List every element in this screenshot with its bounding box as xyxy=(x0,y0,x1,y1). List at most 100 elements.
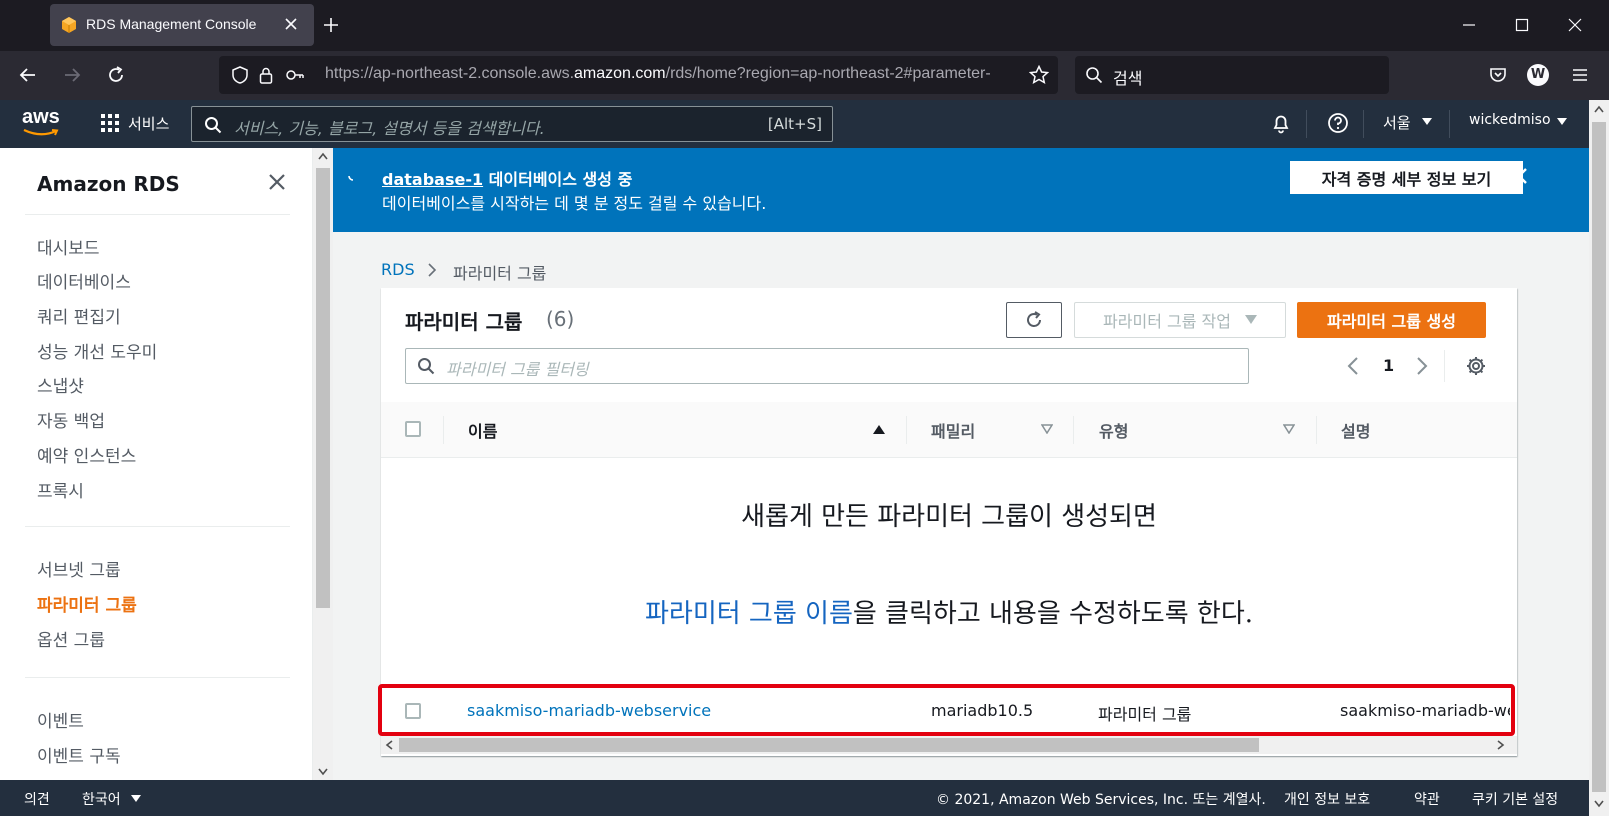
bookmark-star-icon[interactable] xyxy=(1029,65,1049,85)
column-header-type[interactable]: 유형 xyxy=(1099,418,1128,442)
search-icon xyxy=(1085,66,1103,84)
scroll-up-icon[interactable] xyxy=(318,152,328,160)
sidebar-item-performance-insights[interactable]: 성능 개선 도우미 xyxy=(37,338,157,363)
hamburger-menu-icon[interactable] xyxy=(1571,66,1589,84)
cookie-preferences-link[interactable]: 쿠키 기본 설정 xyxy=(1472,789,1558,809)
services-grid-icon[interactable] xyxy=(100,113,120,133)
back-icon[interactable] xyxy=(18,65,38,85)
page-scrollbar[interactable] xyxy=(1589,100,1609,816)
maximize-icon[interactable] xyxy=(1515,18,1529,32)
close-icon[interactable] xyxy=(1510,167,1528,185)
main-content: database-1 데이터베이스 생성 중 데이터베이스를 시작하는 데 몇 … xyxy=(333,148,1589,802)
tab-title: RDS Management Console xyxy=(86,16,257,32)
gear-icon[interactable] xyxy=(1465,355,1487,377)
sidebar-item-query-editor[interactable]: 쿼리 편집기 xyxy=(37,303,121,328)
minimize-icon[interactable] xyxy=(1462,18,1476,32)
select-all-checkbox[interactable] xyxy=(405,421,421,437)
database-link[interactable]: database-1 xyxy=(382,170,483,189)
sidebar-item-subnet-groups[interactable]: 서브넷 그룹 xyxy=(37,556,121,581)
account-menu[interactable]: wickedmiso xyxy=(1469,112,1551,128)
browser-search-bar[interactable]: 검색 xyxy=(1075,56,1389,94)
scroll-right-icon[interactable] xyxy=(1497,740,1505,750)
lock-icon[interactable] xyxy=(257,66,275,84)
sidebar-item-reserved-instances[interactable]: 예약 인스턴스 xyxy=(37,442,136,467)
caret-down-icon xyxy=(1244,315,1257,325)
view-credentials-button[interactable]: 자격 증명 세부 정보 보기 xyxy=(1290,161,1523,194)
sort-icon[interactable] xyxy=(1041,424,1053,434)
page-number[interactable]: 1 xyxy=(1383,356,1394,375)
sort-ascending-icon[interactable] xyxy=(873,424,885,434)
pocket-icon[interactable] xyxy=(1488,65,1508,85)
sidebar-scroll-thumb[interactable] xyxy=(316,168,330,608)
side-navigation: Amazon RDS 대시보드 데이터베이스 쿼리 편집기 성능 개선 도우미 … xyxy=(0,148,313,802)
chevron-right-icon xyxy=(427,263,437,277)
tab-close-icon[interactable] xyxy=(282,15,300,33)
url-bar[interactable]: https://ap-northeast-2.console.aws.amazo… xyxy=(219,56,1058,94)
sidebar-item-automated-backups[interactable]: 자동 백업 xyxy=(37,407,105,432)
table-scroll-thumb[interactable] xyxy=(399,738,1259,752)
scroll-down-icon[interactable] xyxy=(1594,800,1604,808)
table-horizontal-scrollbar[interactable] xyxy=(381,736,1517,754)
new-tab-icon[interactable] xyxy=(322,16,340,34)
sidebar-scrollbar[interactable] xyxy=(313,148,333,802)
page-scroll-thumb[interactable] xyxy=(1592,122,1606,792)
services-menu[interactable]: 서비스 xyxy=(128,113,169,134)
aws-cube-icon xyxy=(60,16,78,34)
sidebar-item-proxies[interactable]: 프록시 xyxy=(37,477,84,502)
sidebar-item-events[interactable]: 이벤트 xyxy=(37,707,84,732)
region-selector[interactable]: 서울 xyxy=(1383,112,1411,133)
prev-page-icon[interactable] xyxy=(1347,356,1359,376)
forward-icon[interactable] xyxy=(62,65,82,85)
language-selector[interactable]: 한국어 xyxy=(82,789,121,809)
column-header-name[interactable]: 이름 xyxy=(468,418,497,442)
sidebar-item-event-subscriptions[interactable]: 이벤트 구독 xyxy=(37,742,121,767)
refresh-button[interactable] xyxy=(1006,302,1062,338)
breadcrumb-rds[interactable]: RDS xyxy=(381,260,415,279)
sort-icon[interactable] xyxy=(1283,424,1295,434)
browser-tab[interactable]: RDS Management Console xyxy=(50,4,314,46)
table-count: (6) xyxy=(546,307,575,331)
banner-title: database-1 데이터베이스 생성 중 xyxy=(382,166,632,190)
window-close-icon[interactable] xyxy=(1568,18,1582,32)
search-shortcut: [Alt+S] xyxy=(767,115,822,133)
scroll-left-icon[interactable] xyxy=(385,740,393,750)
parameter-group-actions-button[interactable]: 파라미터 그룹 작업 xyxy=(1074,302,1286,338)
search-icon xyxy=(417,357,435,375)
refresh-icon xyxy=(1024,310,1044,330)
table-header: 이름 패밀리 유형 설명 xyxy=(381,402,1517,458)
privacy-link[interactable]: 개인 정보 보호 xyxy=(1284,789,1370,809)
scroll-down-icon[interactable] xyxy=(318,768,328,776)
next-page-icon[interactable] xyxy=(1416,356,1428,376)
sidebar-item-dashboard[interactable]: 대시보드 xyxy=(37,234,100,259)
caret-down-icon xyxy=(131,795,141,803)
create-parameter-group-button[interactable]: 파라미터 그룹 생성 xyxy=(1297,302,1486,338)
url-text: https://ap-northeast-2.console.aws.amazo… xyxy=(325,65,991,82)
shield-icon[interactable] xyxy=(231,66,249,84)
sidebar-divider xyxy=(25,214,290,215)
sidebar-item-option-groups[interactable]: 옵션 그룹 xyxy=(37,626,105,651)
feedback-link[interactable]: 의견 xyxy=(24,789,50,809)
sidebar-title: Amazon RDS xyxy=(37,172,180,196)
actions-label: 파라미터 그룹 작업 xyxy=(1103,312,1231,331)
caret-down-icon xyxy=(1557,118,1567,126)
reload-icon[interactable] xyxy=(106,65,126,85)
column-header-family[interactable]: 패밀리 xyxy=(931,418,975,442)
sidebar-divider xyxy=(25,677,290,678)
sidebar-item-parameter-groups[interactable]: 파라미터 그룹 xyxy=(37,591,137,616)
key-icon[interactable] xyxy=(285,66,305,84)
help-icon[interactable] xyxy=(1327,112,1349,134)
column-header-description[interactable]: 설명 xyxy=(1341,418,1370,442)
close-icon[interactable] xyxy=(268,173,286,191)
sidebar-item-snapshots[interactable]: 스냅샷 xyxy=(37,372,84,397)
notification-bell-icon[interactable] xyxy=(1270,112,1292,134)
terms-link[interactable]: 약관 xyxy=(1414,789,1440,809)
profile-avatar[interactable]: W xyxy=(1527,64,1549,86)
scroll-up-icon[interactable] xyxy=(1594,105,1604,113)
browser-nav-bar: https://ap-northeast-2.console.aws.amazo… xyxy=(0,51,1609,100)
aws-logo[interactable]: aws xyxy=(22,106,60,129)
filter-input[interactable]: 파라미터 그룹 필터링 xyxy=(405,348,1249,384)
highlight-box xyxy=(378,684,1515,736)
sidebar-item-databases[interactable]: 데이터베이스 xyxy=(37,268,131,293)
aws-smile-icon xyxy=(22,128,60,138)
aws-search-input[interactable]: 서비스, 기능, 블로그, 설명서 등을 검색합니다. [Alt+S] xyxy=(191,106,833,142)
